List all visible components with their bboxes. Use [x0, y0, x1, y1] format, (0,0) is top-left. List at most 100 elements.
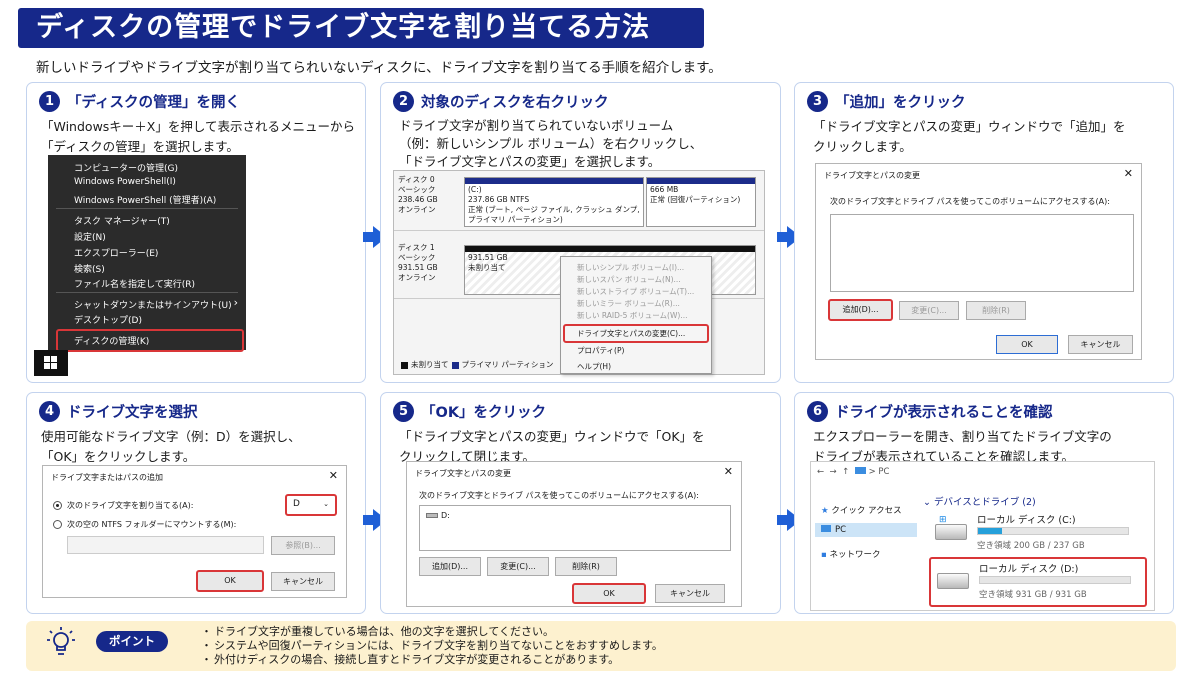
menu-item-search[interactable]: 検索(S) — [74, 262, 105, 275]
cancel-button[interactable]: キャンセル — [1068, 335, 1133, 354]
partition-recovery[interactable]: 666 MB 正常 (回復パーティション) — [646, 177, 756, 227]
menu-item-shutdown[interactable]: シャットダウンまたはサインアウト(U) — [74, 298, 232, 311]
add-button[interactable]: 追加(D)... — [828, 299, 893, 321]
menu-item-computer-management[interactable]: コンピューターの管理(G) — [74, 161, 178, 174]
menu-item-disk-management[interactable]: ディスクの管理(K) — [56, 329, 244, 352]
step-description: 「ドライブ文字とパスの変更」ウィンドウで「追加」を クリックします。 — [813, 119, 1126, 154]
step-header: 2 対象のディスクを右クリック — [393, 91, 608, 112]
step-title: 「追加」をクリック — [835, 95, 966, 111]
close-icon[interactable]: ✕ — [329, 469, 338, 482]
step-title: ドライブが表示されることを確認 — [835, 405, 1053, 421]
change-drive-letter-dialog: ドライブ文字とパスの変更 ✕ 次のドライブ文字とドライブ パスを使ってこのボリュ… — [406, 461, 742, 607]
step-number: 5 — [393, 401, 414, 422]
back-arrow-icon[interactable]: ← — [817, 467, 824, 477]
section-header[interactable]: ⌄ デバイスとドライブ (2) — [923, 494, 1036, 508]
ctx-new-spanned-volume[interactable]: 新しいスパン ボリューム(N)... — [577, 274, 681, 285]
ctx-new-simple-volume[interactable]: 新しいシンプル ボリューム(I)... — [577, 262, 684, 273]
add-drive-letter-dialog: ドライブ文字またはパスの追加 ✕ 次のドライブ文字を割り当てる(A): D ⌄ 次… — [42, 465, 347, 598]
nav-pc[interactable]: PC — [815, 523, 917, 537]
add-button[interactable]: 追加(D)... — [419, 557, 481, 576]
pc-icon — [854, 467, 866, 474]
menu-item-desktop[interactable]: デスクトップ(D) — [74, 313, 142, 326]
step-header: 5 「OK」をクリック — [393, 401, 546, 422]
usage-bar — [979, 576, 1131, 584]
radio-mount-folder[interactable] — [53, 520, 62, 529]
ctx-properties[interactable]: プロパティ(P) — [577, 345, 624, 356]
ctx-help[interactable]: ヘルプ(H) — [577, 361, 611, 372]
disk-0-info: ディスク 0 ベーシック 238.46 GB オンライン — [398, 175, 438, 214]
menu-item-settings[interactable]: 設定(N) — [74, 230, 106, 243]
remove-button[interactable]: 削除(R) — [966, 301, 1026, 320]
step-number: 4 — [39, 401, 60, 422]
windows-logo-icon — [44, 356, 57, 369]
menu-item-powershell[interactable]: Windows PowerShell(I) — [74, 177, 176, 187]
ok-button[interactable]: OK — [572, 583, 646, 604]
drive-d[interactable]: ローカル ディスク (D:) 空き領域 931 GB / 931 GB — [929, 557, 1147, 607]
cancel-button[interactable]: キャンセル — [655, 584, 725, 603]
step-title: 「ディスクの管理」を開く — [67, 95, 240, 111]
radio-assign-letter-label: 次のドライブ文字を割り当てる(A): — [67, 501, 194, 510]
partition-c[interactable]: (C:) 237.86 GB NTFS 正常 (ブート, ページ ファイル, クラッ… — [464, 177, 644, 227]
network-icon: ▪ — [821, 550, 827, 560]
file-explorer-window: ← → ↑ > PC ★ クイック アクセス PC ▪ ネットワーク ⌄ デバイ… — [810, 461, 1155, 611]
step-header: 6 ドライブが表示されることを確認 — [807, 401, 1053, 422]
menu-separator — [56, 208, 238, 209]
change-button[interactable]: 変更(C)... — [487, 557, 549, 576]
ctx-new-striped-volume[interactable]: 新しいストライプ ボリューム(T)... — [577, 286, 694, 297]
step-header: 1 「ディスクの管理」を開く — [39, 91, 240, 112]
up-arrow-icon[interactable]: ↑ — [842, 467, 849, 477]
step-header: 3 「追加」をクリック — [807, 91, 966, 112]
tips-list: ドライブ文字が重複している場合は、他の文字を選択してください。 システムや回復パ… — [201, 625, 663, 667]
step-header: 4 ドライブ文字を選択 — [39, 401, 198, 422]
windows-logo-icon: ⊞ — [939, 515, 947, 525]
close-icon[interactable]: ✕ — [1124, 167, 1133, 180]
point-badge: ポイント — [96, 631, 168, 652]
ctx-new-raid5-volume[interactable]: 新しい RAID-5 ボリューム(W)... — [577, 310, 687, 321]
browse-button[interactable]: 参照(B)... — [271, 536, 335, 555]
ok-button[interactable]: OK — [996, 335, 1058, 354]
cancel-button[interactable]: キャンセル — [271, 572, 335, 591]
context-menu: 新しいシンプル ボリューム(I)... 新しいスパン ボリューム(N)... 新… — [560, 256, 712, 374]
menu-item-powershell-admin[interactable]: Windows PowerShell (管理者)(A) — [74, 193, 216, 206]
menu-item-explorer[interactable]: エクスプローラー(E) — [74, 246, 158, 259]
windows-start-button[interactable] — [34, 350, 68, 376]
dialog-title: ドライブ文字またはパスの追加 — [51, 473, 163, 482]
step-number: 1 — [39, 91, 60, 112]
step-number: 2 — [393, 91, 414, 112]
nav-quick-access[interactable]: ★ クイック アクセス — [821, 504, 902, 516]
dialog-label: 次のドライブ文字とドライブ パスを使ってこのボリュームにアクセスする(A): — [830, 197, 1110, 206]
close-icon[interactable]: ✕ — [724, 465, 733, 478]
drive-letter-select[interactable]: D ⌄ — [285, 494, 337, 516]
ok-button[interactable]: OK — [196, 570, 264, 592]
menu-item-task-manager[interactable]: タスク マネージャー(T) — [74, 214, 170, 227]
list-item: ドライブ文字が重複している場合は、他の文字を選択してください。 — [201, 625, 663, 639]
drive-path-list[interactable] — [830, 214, 1134, 292]
explorer-nav-bar: ← → ↑ > PC — [817, 467, 890, 477]
drive-icon: ⊞ — [935, 515, 967, 540]
drive-c[interactable]: ⊞ ローカル ディスク (C:) 空き領域 200 GB / 237 GB — [929, 510, 1149, 556]
forward-arrow-icon[interactable]: → — [830, 467, 837, 477]
radio-assign-letter[interactable] — [53, 501, 62, 510]
ctx-new-mirrored-volume[interactable]: 新しいミラー ボリューム(R)... — [577, 298, 680, 309]
drive-path-list[interactable]: D: — [419, 505, 731, 551]
chevron-down-icon: ⌄ — [923, 497, 931, 508]
list-item: 外付けディスクの場合、接続し直すとドライブ文字が変更されることがあります。 — [201, 653, 663, 667]
tips-box: ポイント ドライブ文字が重複している場合は、他の文字を選択してください。 システ… — [26, 621, 1176, 671]
disk-0-name: ディスク 0 — [398, 175, 435, 184]
remove-button[interactable]: 削除(R) — [555, 557, 617, 576]
nav-network[interactable]: ▪ ネットワーク — [821, 548, 880, 560]
pc-icon — [821, 525, 831, 532]
step-description: ドライブ文字が割り当てられていないボリューム （例：新しいシンプル ボリューム）を… — [399, 118, 703, 169]
winx-menu: コンピューターの管理(G) Windows PowerShell(I) Wind… — [48, 155, 246, 352]
menu-item-run[interactable]: ファイル名を指定して実行(R) — [74, 277, 195, 290]
ctx-change-drive-letter[interactable]: ドライブ文字とパスの変更(C)... — [563, 324, 709, 343]
address-pc[interactable]: PC — [878, 467, 889, 477]
list-item: システムや回復パーティションには、ドライブ文字を割り当てないことをおすすめします… — [201, 639, 663, 653]
step-title: 「OK」をクリック — [421, 405, 547, 421]
change-button[interactable]: 変更(C)... — [899, 301, 959, 320]
menu-separator — [56, 292, 238, 293]
folder-path-input[interactable] — [67, 536, 264, 554]
drive-icon — [937, 573, 969, 589]
step-title: 対象のディスクを右クリック — [421, 95, 609, 111]
list-item[interactable]: D: — [426, 511, 450, 520]
